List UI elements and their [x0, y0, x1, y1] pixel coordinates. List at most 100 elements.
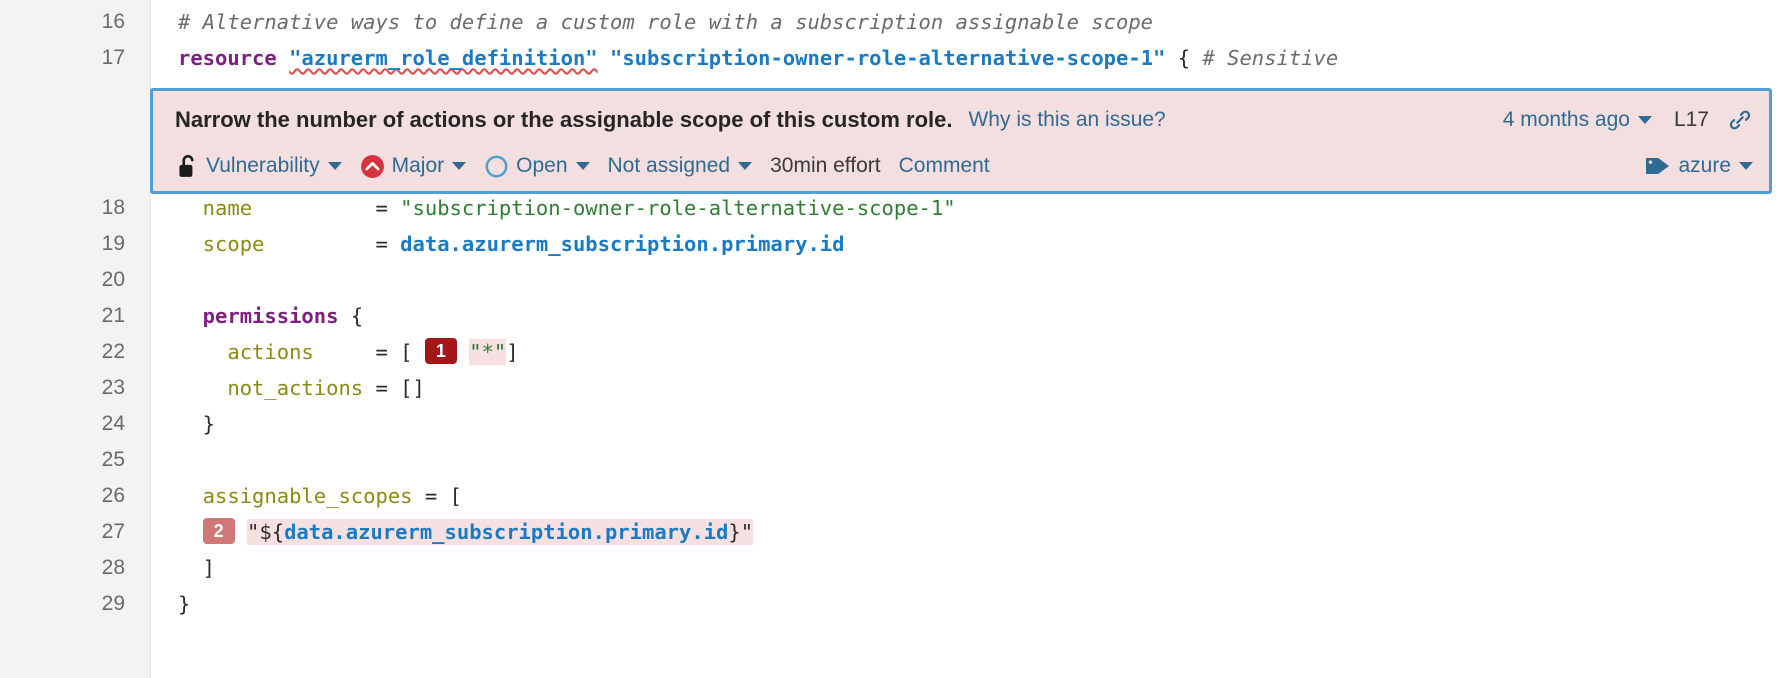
code-token: {: [1165, 46, 1202, 70]
code-line: 20: [0, 262, 1780, 298]
line-content: # Alternative ways to define a custom ro…: [151, 4, 1780, 40]
code-token: "*": [469, 339, 506, 365]
code-token: # Alternative ways to define a custom ro…: [178, 10, 1153, 34]
issue-severity-dropdown[interactable]: Major: [360, 154, 467, 179]
code-token: ]: [506, 340, 518, 364]
code-token: "azurerm_role_definition": [289, 46, 598, 70]
code-token: data.azurerm_subscription.primary.id: [400, 232, 844, 256]
open-circle-icon: [484, 154, 509, 179]
line-number: 16: [0, 4, 151, 40]
line-content: }: [151, 586, 1780, 622]
issue-age-dropdown[interactable]: 4 months ago: [1503, 108, 1652, 132]
line-content: }: [151, 406, 1780, 442]
open-lock-icon: [175, 153, 199, 179]
code-line: 26 assignable_scopes = [: [0, 478, 1780, 514]
code-token: }: [178, 412, 215, 436]
issue-comment-button[interactable]: Comment: [899, 154, 990, 178]
chevron-down-icon: [738, 162, 752, 170]
code-line: 24 }: [0, 406, 1780, 442]
chevron-down-icon: [1638, 116, 1652, 124]
link-chain-icon[interactable]: [1727, 107, 1753, 133]
code-token: [598, 46, 610, 70]
chevron-down-icon: [328, 162, 342, 170]
code-line: 23 not_actions = []: [0, 370, 1780, 406]
code-token: actions: [178, 340, 375, 364]
code-token: "subscription-owner-role-alternative-sco…: [400, 196, 955, 220]
issue-effort-label: 30min effort: [770, 154, 881, 178]
code-line: 29}: [0, 586, 1780, 622]
line-number: 19: [0, 226, 151, 262]
line-content: ]: [151, 550, 1780, 586]
code-line: 21 permissions {: [0, 298, 1780, 334]
code-token: [235, 520, 247, 544]
code-token: = [: [413, 484, 462, 508]
code-token: {: [338, 304, 363, 328]
code-token: =: [375, 196, 400, 220]
line-number: 20: [0, 262, 151, 298]
line-number: 23: [0, 370, 151, 406]
line-content: scope = data.azurerm_subscription.primar…: [151, 226, 1780, 262]
line-number: 26: [0, 478, 151, 514]
line-content: [151, 262, 1780, 298]
code-line: 17resource "azurerm_role_definition" "su…: [0, 40, 1780, 76]
code-token: "subscription-owner-role-alternative-sco…: [610, 46, 1165, 70]
line-content: permissions {: [151, 298, 1780, 334]
code-line: 18 name = "subscription-owner-role-alter…: [0, 190, 1780, 226]
issue-index-badge[interactable]: 1: [425, 338, 457, 364]
line-content: assignable_scopes = [: [151, 478, 1780, 514]
issue-banner-header-row: Narrow the number of actions or the assi…: [153, 97, 1769, 143]
issue-status-dropdown[interactable]: Open: [484, 154, 589, 179]
issue-line-reference: L17: [1674, 108, 1709, 132]
line-number: 22: [0, 334, 151, 370]
issue-banner-meta-row: Vulnerability Major: [153, 143, 1769, 189]
line-content: resource "azurerm_role_definition" "subs…: [151, 40, 1780, 76]
code-token: "${: [247, 519, 284, 545]
code-token: scope: [178, 232, 375, 256]
line-number: 25: [0, 442, 151, 478]
line-number: 18: [0, 190, 151, 226]
line-number: 27: [0, 514, 151, 550]
issue-assignee-dropdown[interactable]: Not assigned: [608, 154, 753, 178]
issue-tag-dropdown[interactable]: azure: [1643, 154, 1753, 178]
issue-type-dropdown[interactable]: Vulnerability: [175, 153, 342, 179]
line-number: 29: [0, 586, 151, 622]
chevron-down-icon: [452, 162, 466, 170]
code-line: 16 # Alternative ways to define a custom …: [0, 4, 1780, 40]
issue-title: Narrow the number of actions or the assi…: [175, 107, 952, 133]
code-token: # Sensitive: [1202, 46, 1338, 70]
issue-status-label: Open: [516, 154, 567, 178]
line-content: [151, 442, 1780, 478]
code-line: 19 scope = data.azurerm_subscription.pri…: [0, 226, 1780, 262]
chevron-down-icon: [1739, 162, 1753, 170]
severity-major-icon: [360, 154, 385, 179]
code-issue-viewer: 16 # Alternative ways to define a custom …: [0, 0, 1780, 678]
code-token: resource: [178, 46, 289, 70]
code-token: [457, 340, 469, 364]
issue-age-label: 4 months ago: [1503, 108, 1630, 132]
issue-assignee-label: Not assigned: [608, 154, 731, 178]
code-token: = []: [375, 376, 424, 400]
tag-icon: [1643, 154, 1671, 178]
code-token: data.azurerm_subscription.primary.id: [284, 519, 728, 545]
line-content: not_actions = []: [151, 370, 1780, 406]
line-number: 24: [0, 406, 151, 442]
issue-tag-label: azure: [1678, 154, 1731, 178]
code-token: ]: [178, 556, 215, 580]
issue-effort: 30min effort: [770, 154, 881, 178]
code-line: 27 2 "${data.azurerm_subscription.primar…: [0, 514, 1780, 550]
code-line: 28 ]: [0, 550, 1780, 586]
code-token: assignable_scopes: [178, 484, 413, 508]
issue-banner: Narrow the number of actions or the assi…: [150, 88, 1772, 194]
code-token: [178, 520, 203, 544]
code-token: not_actions: [178, 376, 375, 400]
line-number: 28: [0, 550, 151, 586]
code-token: =: [375, 232, 400, 256]
chevron-down-icon: [576, 162, 590, 170]
issue-index-badge[interactable]: 2: [203, 518, 235, 544]
issue-type-label: Vulnerability: [206, 154, 320, 178]
code-token: }": [728, 519, 753, 545]
why-is-this-an-issue-link[interactable]: Why is this an issue?: [968, 108, 1165, 132]
code-token: permissions: [178, 304, 338, 328]
line-number: 21: [0, 298, 151, 334]
line-number: 17: [0, 40, 151, 76]
